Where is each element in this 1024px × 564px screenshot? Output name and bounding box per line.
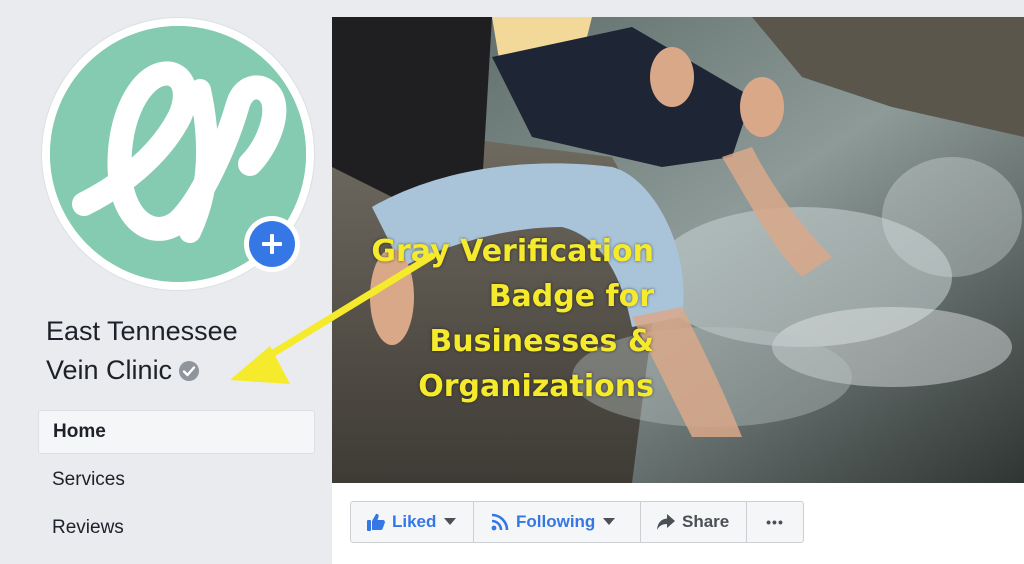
chevron-down-icon xyxy=(444,518,457,525)
plus-icon xyxy=(249,221,295,267)
page-sidebar: East Tennessee Vein Clinic Home Services… xyxy=(0,0,330,564)
page-actions: Liked Following Share ••• xyxy=(350,501,804,543)
more-icon: ••• xyxy=(766,514,784,530)
page-title: East Tennessee Vein Clinic xyxy=(46,312,306,390)
rss-icon xyxy=(491,513,509,531)
share-arrow-icon xyxy=(657,514,675,530)
thumbs-up-icon xyxy=(367,513,385,531)
following-button[interactable]: Following xyxy=(474,502,641,542)
share-button[interactable]: Share xyxy=(641,502,747,542)
cover-photo[interactable] xyxy=(332,17,1024,483)
chevron-down-icon xyxy=(603,518,616,525)
following-label: Following xyxy=(516,512,596,531)
page-title-line-2: Vein Clinic xyxy=(46,351,306,390)
page-title-line-1: East Tennessee xyxy=(46,316,238,346)
profile-picture[interactable] xyxy=(42,18,314,290)
nav-item-home[interactable]: Home xyxy=(38,410,315,454)
more-options-button[interactable]: ••• xyxy=(747,502,803,542)
page-title-text: Vein Clinic xyxy=(46,355,173,385)
add-profile-photo-button[interactable] xyxy=(244,216,300,272)
nav-item-services[interactable]: Services xyxy=(38,458,315,502)
nav-item-reviews[interactable]: Reviews xyxy=(38,506,315,550)
share-label: Share xyxy=(682,512,730,531)
cover-image xyxy=(332,17,1024,483)
check-badge-icon xyxy=(179,361,200,381)
liked-label: Liked xyxy=(392,512,437,531)
page-nav: Home Services Reviews xyxy=(38,410,315,554)
liked-button[interactable]: Liked xyxy=(351,502,474,542)
page-actions-area: Liked Following Share ••• xyxy=(332,483,1024,564)
